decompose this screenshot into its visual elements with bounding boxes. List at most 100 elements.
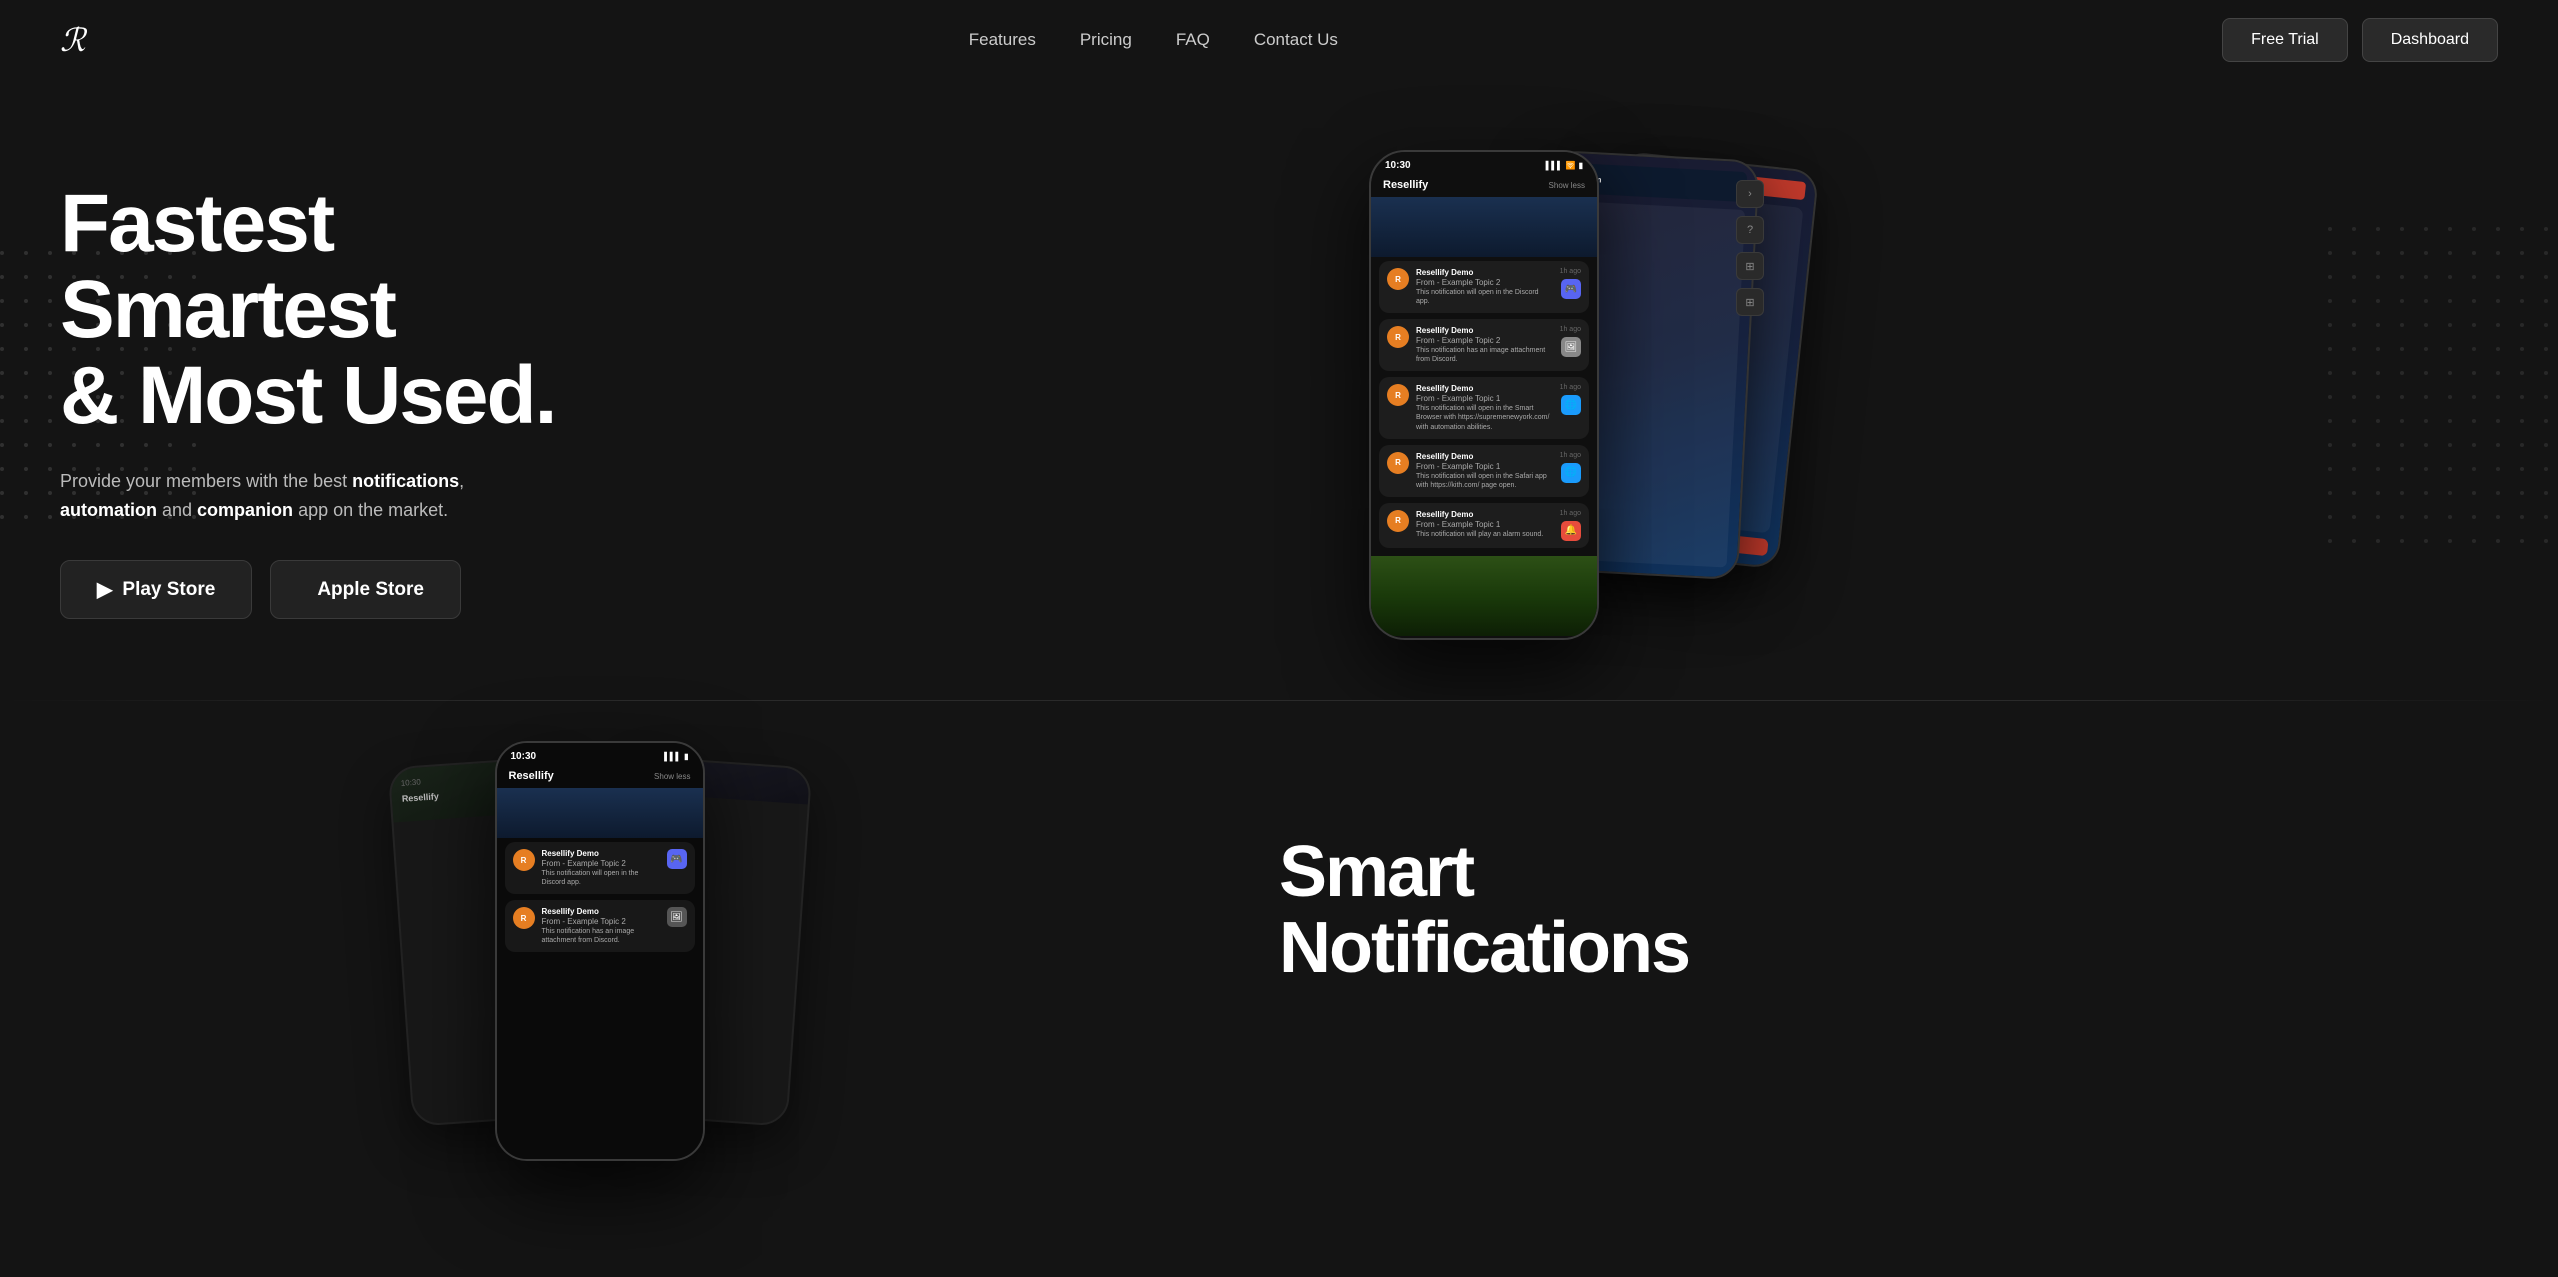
bottom-notif-from-1: From - Example Topic 2 — [542, 859, 660, 868]
dot — [2520, 467, 2524, 471]
play-store-button[interactable]: ▶ Play Store — [60, 560, 252, 619]
dot — [2352, 299, 2356, 303]
dot — [2472, 275, 2476, 279]
dot — [2496, 251, 2500, 255]
notif-icon-0: 🎮 — [1561, 279, 1581, 299]
nav-pricing[interactable]: Pricing — [1080, 30, 1132, 50]
dot — [2520, 227, 2524, 231]
bottom-notif-body-1: This notification will open in the Disco… — [542, 869, 660, 887]
dot — [48, 347, 52, 351]
dot — [2472, 251, 2476, 255]
notif-icon-4: 🔔 — [1561, 521, 1581, 541]
dot — [2472, 515, 2476, 519]
dot — [2400, 323, 2404, 327]
dot — [2424, 299, 2428, 303]
show-less[interactable]: Show less — [1549, 181, 1585, 190]
side-btn-3[interactable]: ⊞ — [1736, 252, 1764, 280]
dot — [2400, 491, 2404, 495]
apple-store-button[interactable]: Apple Store — [270, 560, 461, 619]
bottom-notif-title-2: Resellify Demo — [542, 907, 660, 916]
nav-features[interactable]: Features — [969, 30, 1036, 50]
dot — [2424, 251, 2428, 255]
nav-contact[interactable]: Contact Us — [1254, 30, 1338, 50]
side-btn-1[interactable]: › — [1736, 180, 1764, 208]
dot — [2544, 467, 2548, 471]
dot — [48, 275, 52, 279]
dashboard-button[interactable]: Dashboard — [2362, 18, 2498, 62]
bottom-avatar-2: R — [513, 907, 535, 929]
dot — [2352, 227, 2356, 231]
status-bar: 10:30 ▌▌▌ 🛜 ▮ — [1371, 152, 1597, 175]
dot — [2496, 515, 2500, 519]
bottom-phone-bg-top — [497, 788, 703, 838]
dot — [2520, 299, 2524, 303]
dot — [2520, 491, 2524, 495]
notif-body-0: This notification will open in the Disco… — [1416, 288, 1553, 306]
dot — [2472, 299, 2476, 303]
dot — [2352, 371, 2356, 375]
dot — [2448, 275, 2452, 279]
notif-avatar-4: R — [1387, 510, 1409, 532]
bottom-phone-main: 10:30 ▌▌▌ ▮ Resellify Show less R — [495, 741, 705, 1161]
wifi-icon: 🛜 — [1566, 161, 1576, 170]
notif-avatar-1: R — [1387, 326, 1409, 348]
notif-time-2: 1h ago — [1560, 384, 1581, 391]
dot — [48, 515, 52, 519]
dot — [2544, 539, 2548, 543]
hero-title: Fastest Smartest & Most Used. — [60, 181, 580, 439]
dot — [24, 467, 28, 471]
dot — [2400, 275, 2404, 279]
dot — [2352, 515, 2356, 519]
dot — [2496, 227, 2500, 231]
dot — [2448, 515, 2452, 519]
bottom-battery: ▮ — [684, 752, 688, 761]
notif-time-1: 1h ago — [1560, 326, 1581, 333]
dot — [2544, 299, 2548, 303]
bottom-notif-list: R Resellify Demo From - Example Topic 2 … — [497, 838, 703, 956]
free-trial-button[interactable]: Free Trial — [2222, 18, 2348, 62]
bottom-text: Smart Notifications — [1199, 701, 2558, 1121]
hero-section: Fastest Smartest & Most Used. Provide yo… — [0, 80, 2558, 700]
dot — [2448, 323, 2452, 327]
dot — [2424, 419, 2428, 423]
dot — [2424, 539, 2428, 543]
side-btn-4[interactable]: ⊞ — [1736, 288, 1764, 316]
dot — [2328, 323, 2332, 327]
dot — [2424, 227, 2428, 231]
dot — [2328, 251, 2332, 255]
dot — [24, 275, 28, 279]
notif-content-2: Resellify Demo From - Example Topic 1 Th… — [1416, 384, 1553, 431]
side-btn-2[interactable]: ? — [1736, 216, 1764, 244]
dot — [2352, 251, 2356, 255]
notif-from-3: From - Example Topic 1 — [1416, 462, 1553, 471]
dot — [2376, 443, 2380, 447]
bottom-show-less[interactable]: Show less — [654, 772, 690, 781]
dot — [2496, 347, 2500, 351]
bottom-status-time: 10:30 — [511, 751, 537, 762]
dot — [2472, 467, 2476, 471]
notif-time-0: 1h ago — [1560, 268, 1581, 275]
bottom-phones: 10:30 Resellify 10:30 10:30 ▌▌▌ ▮ — [0, 701, 1199, 1121]
dot — [48, 251, 52, 255]
dot — [2448, 443, 2452, 447]
nav-links: Features Pricing FAQ Contact Us — [969, 30, 1338, 50]
dot — [2544, 251, 2548, 255]
notif-content-3: Resellify Demo From - Example Topic 1 Th… — [1416, 452, 1553, 490]
notif-right-4: 1h ago 🔔 — [1560, 510, 1581, 541]
battery-icon: ▮ — [1579, 161, 1583, 170]
notif-content-0: Resellify Demo From - Example Topic 2 Th… — [1416, 268, 1553, 306]
dot — [2400, 347, 2404, 351]
dot — [2400, 371, 2404, 375]
dot — [2448, 371, 2452, 375]
dot — [2400, 227, 2404, 231]
dot — [2520, 323, 2524, 327]
nav-faq[interactable]: FAQ — [1176, 30, 1210, 50]
dot — [2376, 419, 2380, 423]
dot — [2520, 275, 2524, 279]
notif-avatar-2: R — [1387, 384, 1409, 406]
bottom-discord-icon-1: 🎮 — [667, 849, 687, 869]
dot — [2376, 371, 2380, 375]
dot — [24, 443, 28, 447]
dot — [48, 419, 52, 423]
dot — [2448, 299, 2452, 303]
